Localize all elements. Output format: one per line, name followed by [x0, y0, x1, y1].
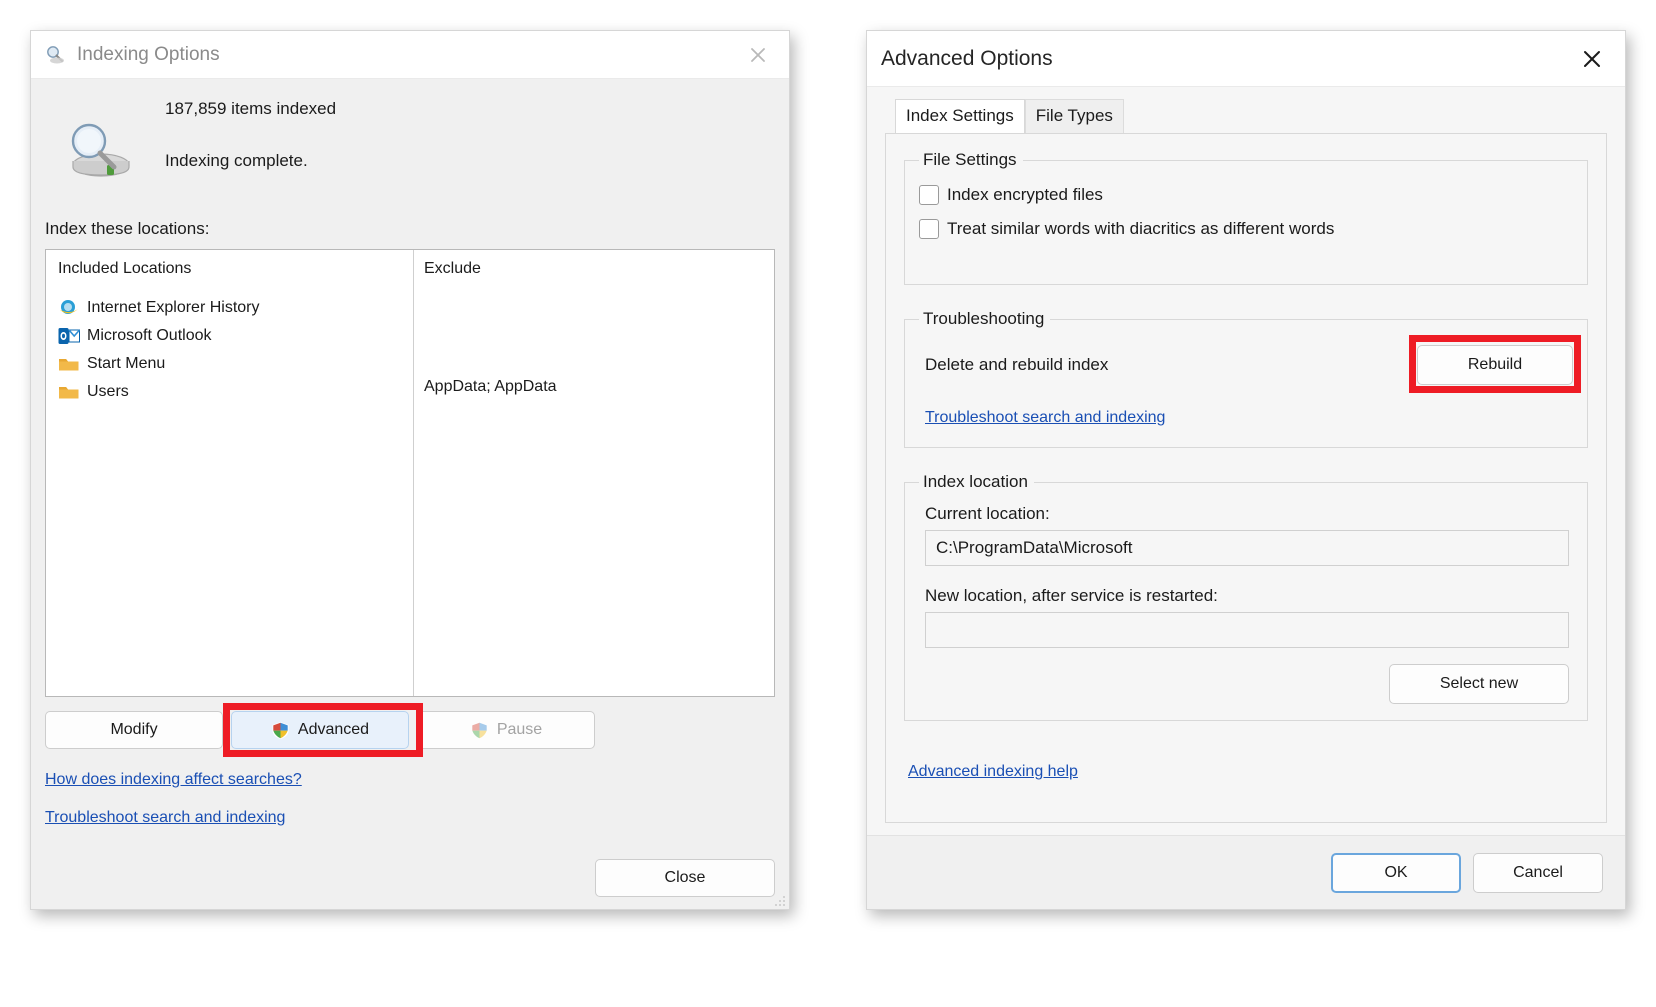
list-item-label: Internet Explorer History: [87, 299, 260, 316]
treat-diacritics-checkbox[interactable]: [919, 219, 939, 239]
advanced-indexing-help-area: Advanced indexing help: [904, 745, 1588, 781]
advanced-options-body: Index Settings File Types File Settings …: [867, 87, 1625, 909]
index-encrypted-files-row[interactable]: Index encrypted files: [919, 178, 1573, 212]
troubleshooting-legend: Troubleshooting: [923, 309, 1045, 328]
screenshot-canvas: Indexing Options 187,859 items indexed I…: [0, 0, 1656, 1007]
file-settings-legend: File Settings: [923, 150, 1017, 169]
indexing-options-window: Indexing Options 187,859 items indexed I…: [30, 30, 790, 910]
indexing-options-links: How does indexing affect searches? Troub…: [45, 749, 775, 827]
indexing-options-button-row: Modify Advanced Pause: [45, 697, 775, 757]
indexing-options-titlebar: Indexing Options: [31, 31, 789, 79]
indexing-options-footer: Close: [31, 847, 789, 909]
pause-button-label: Pause: [496, 721, 543, 738]
advanced-options-footer: OK Cancel: [867, 835, 1625, 909]
treat-diacritics-label: Treat similar words with diacritics as d…: [947, 219, 1335, 238]
tab-file-types[interactable]: File Types: [1024, 99, 1124, 134]
indexing-options-icon: [45, 44, 67, 66]
select-new-button-label: Select new: [1439, 675, 1519, 692]
list-item-label: Users: [87, 383, 129, 400]
exclude-value: AppData; AppData: [424, 378, 557, 395]
treat-diacritics-row[interactable]: Treat similar words with diacritics as d…: [919, 212, 1573, 246]
modify-button[interactable]: Modify: [45, 711, 223, 749]
items-indexed-count: 187,859 items indexed: [165, 99, 337, 118]
pause-button: Pause: [417, 711, 595, 749]
advanced-indexing-help-link[interactable]: Advanced indexing help: [908, 763, 1588, 781]
folder-icon: [58, 382, 80, 402]
exclude-value: [424, 350, 774, 378]
cancel-button-label: Cancel: [1513, 863, 1563, 881]
included-locations-column: Included Locations Internet Explorer His…: [46, 250, 414, 696]
close-icon[interactable]: [735, 37, 781, 73]
list-item-label: Microsoft Outlook: [87, 327, 212, 344]
exclude-value: [424, 294, 774, 322]
advanced-options-window: Advanced Options Index Settings File Typ…: [866, 30, 1626, 910]
current-location-value: C:\ProgramData\Microsoft: [925, 530, 1569, 566]
rebuild-button[interactable]: Rebuild: [1417, 345, 1573, 385]
close-button[interactable]: Close: [595, 859, 775, 897]
indexing-status-texts: 187,859 items indexed Indexing complete.: [165, 93, 336, 171]
close-icon[interactable]: [1565, 37, 1619, 81]
list-item-label: Start Menu: [87, 355, 166, 372]
resize-grip[interactable]: [774, 894, 786, 906]
troubleshoot-search-and-indexing-link[interactable]: Troubleshoot search and indexing: [45, 809, 775, 827]
exclude-header: Exclude: [424, 260, 481, 277]
file-settings-group: File Settings Index encrypted files Trea…: [904, 150, 1588, 285]
select-new-row: Select new: [919, 664, 1573, 704]
rebuild-index-row: Delete and rebuild index Rebuild: [919, 335, 1581, 393]
index-location-group: Index location Current location: C:\Prog…: [904, 472, 1588, 721]
exclude-column: Exclude AppData; AppData: [414, 250, 774, 696]
rebuild-button-label: Rebuild: [1467, 356, 1523, 373]
new-location-input[interactable]: [925, 612, 1569, 648]
select-new-button[interactable]: Select new: [1389, 664, 1569, 704]
how-does-indexing-affect-searches-link[interactable]: How does indexing affect searches?: [45, 771, 775, 789]
tab-index-settings[interactable]: Index Settings: [895, 99, 1025, 134]
troubleshooting-group: Troubleshooting Delete and rebuild index…: [904, 309, 1588, 448]
advanced-button[interactable]: Advanced: [231, 711, 409, 749]
uac-shield-icon-disabled: [470, 721, 489, 740]
index-encrypted-files-label: Index encrypted files: [947, 185, 1103, 204]
index-settings-panel: File Settings Index encrypted files Trea…: [885, 133, 1607, 823]
ok-button-label: OK: [1384, 863, 1408, 881]
indexing-status: 187,859 items indexed Indexing complete.: [45, 79, 775, 197]
list-item[interactable]: Microsoft Outlook: [58, 322, 413, 350]
ok-button[interactable]: OK: [1331, 852, 1461, 893]
indexed-locations-list[interactable]: Included Locations Internet Explorer His…: [45, 249, 775, 697]
indexing-options-title: Indexing Options: [77, 43, 220, 65]
list-item[interactable]: Internet Explorer History: [58, 294, 413, 322]
close-button-label: Close: [664, 869, 706, 886]
current-location-label: Current location:: [925, 504, 1050, 523]
indexing-state-text: Indexing complete.: [165, 151, 308, 170]
advanced-options-tabs: Index Settings File Types: [885, 97, 1607, 134]
advanced-options-titlebar: Advanced Options: [867, 31, 1625, 87]
index-location-legend: Index location: [923, 472, 1028, 491]
advanced-options-title: Advanced Options: [881, 46, 1053, 70]
delete-and-rebuild-index-label: Delete and rebuild index: [925, 355, 1109, 374]
new-location-label: New location, after service is restarted…: [925, 586, 1218, 605]
index-locations-label: Index these locations:: [45, 219, 210, 238]
uac-shield-icon: [271, 721, 290, 740]
folder-icon: [58, 354, 80, 374]
internet-explorer-icon: [58, 298, 80, 318]
indexing-options-body: 187,859 items indexed Indexing complete.…: [31, 79, 789, 909]
modify-button-label: Modify: [110, 721, 158, 738]
advanced-button-label: Advanced: [297, 721, 370, 738]
exclude-value: [424, 322, 774, 350]
cancel-button[interactable]: Cancel: [1473, 852, 1603, 893]
magnifier-drive-icon: [61, 117, 135, 183]
troubleshoot-search-and-indexing-link[interactable]: Troubleshoot search and indexing: [919, 387, 1573, 431]
list-item[interactable]: Start Menu: [58, 350, 413, 378]
outlook-icon: [58, 326, 81, 346]
list-item[interactable]: Users: [58, 378, 413, 406]
included-locations-header: Included Locations: [58, 260, 192, 277]
index-encrypted-files-checkbox[interactable]: [919, 185, 939, 205]
